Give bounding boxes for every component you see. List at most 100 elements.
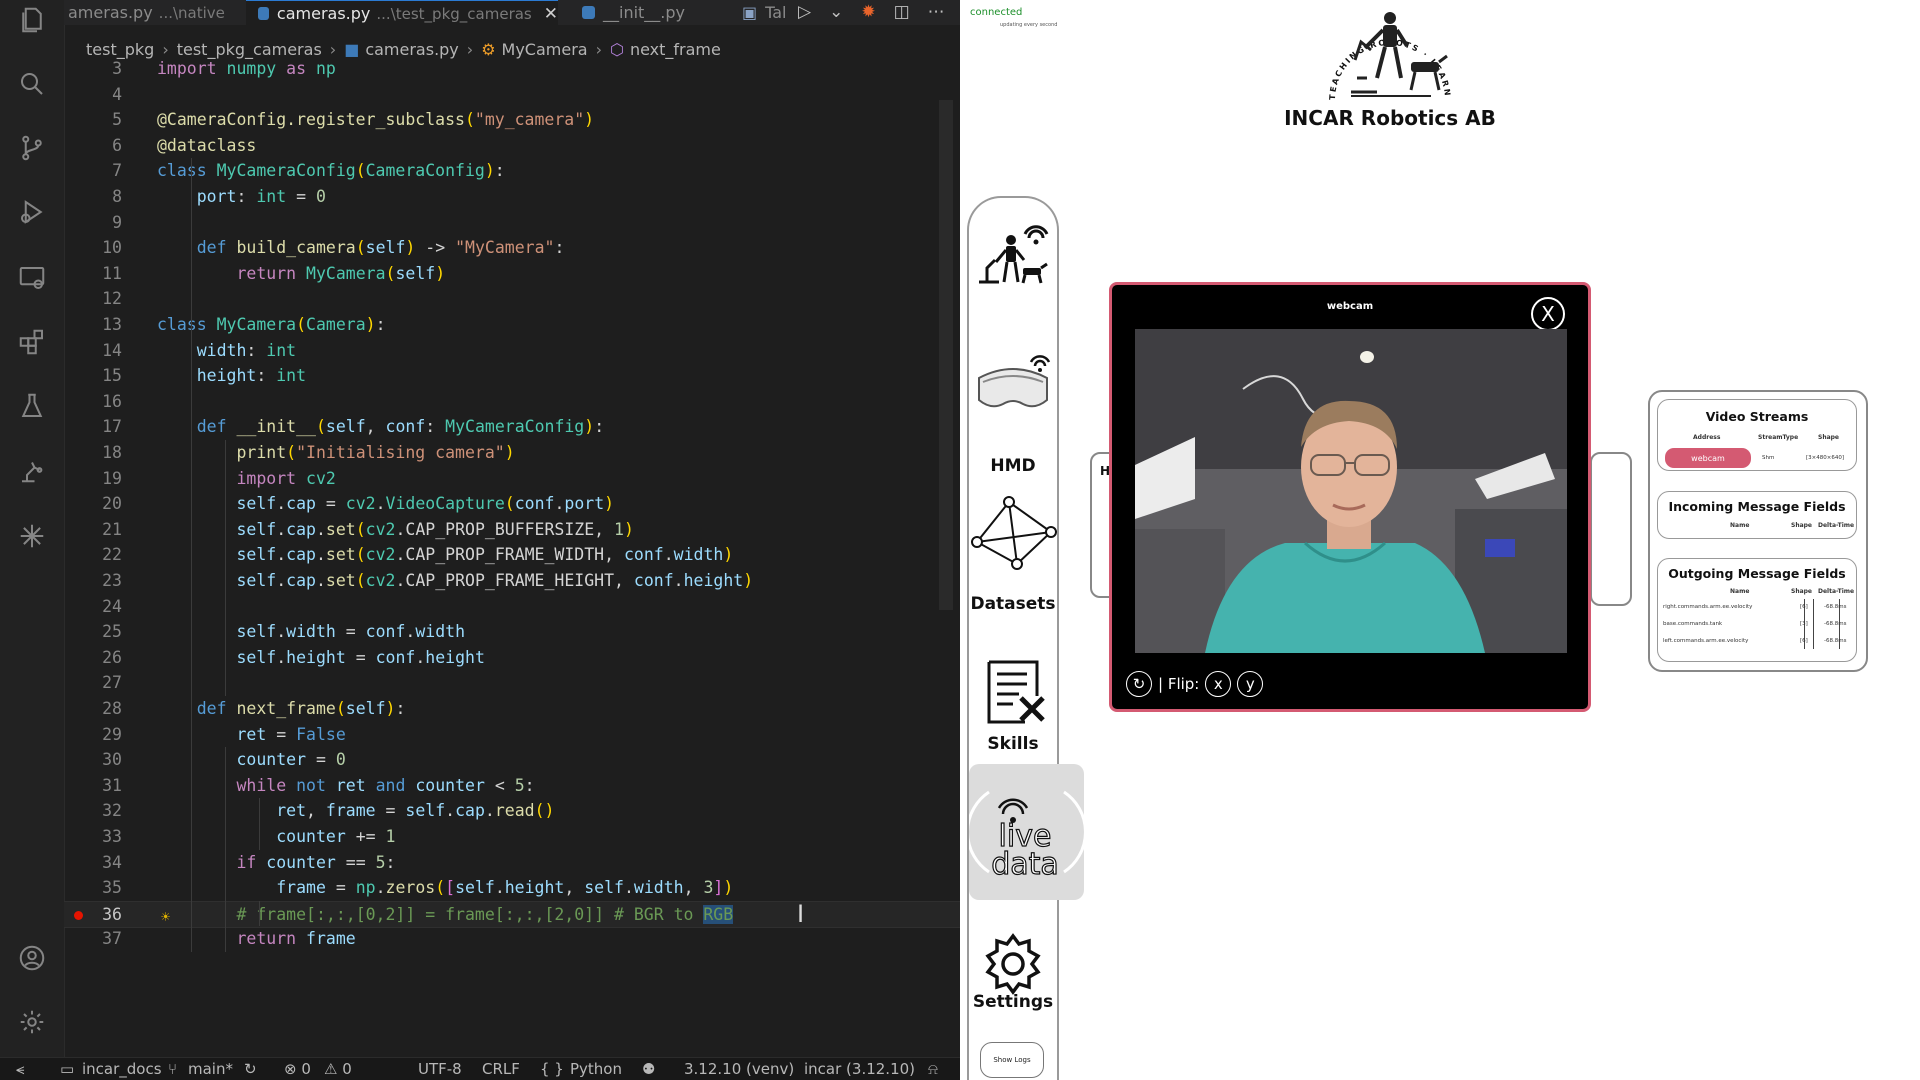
copilot-icon[interactable]: ⚉ [642, 1060, 655, 1078]
line-number[interactable]: 20 [64, 491, 122, 517]
status-language[interactable]: Python [570, 1060, 622, 1078]
robot-arm-icon[interactable] [16, 454, 48, 486]
nav-skills[interactable] [969, 660, 1057, 726]
line-number[interactable]: 21 [64, 517, 122, 543]
line-number[interactable]: 27 [64, 670, 122, 696]
close-icon[interactable]: ✕ [544, 4, 558, 24]
code-text[interactable]: self.cap.set(cv2.CAP_PROP_FRAME_HEIGHT, … [157, 568, 753, 594]
code-text[interactable]: @dataclass [157, 133, 256, 159]
close-button[interactable]: X [1531, 297, 1565, 331]
notifications-bell-icon[interactable]: ⍾ [928, 1060, 938, 1078]
code-line[interactable]: 33 counter += 1 [64, 824, 960, 850]
code-line[interactable]: 36 ☀ # frame[:,:,[0,2]] = frame[:,:,[2,0]… [64, 900, 960, 929]
code-line[interactable]: 28 def next_frame(self): [64, 696, 960, 722]
code-line[interactable]: 8 port: int = 0 [64, 184, 960, 210]
account-icon[interactable] [16, 942, 48, 974]
code-line[interactable]: 21 self.cap.set(cv2.CAP_PROP_BUFFERSIZE,… [64, 517, 960, 543]
code-text[interactable]: class MyCameraConfig(CameraConfig): [157, 158, 505, 184]
code-line[interactable]: 13 class MyCamera(Camera): [64, 312, 960, 338]
code-text[interactable]: def __init__(self, conf: MyCameraConfig)… [157, 414, 604, 440]
code-line[interactable]: 17 def __init__(self, conf: MyCameraConf… [64, 414, 960, 440]
code-line[interactable]: 16 [64, 389, 960, 415]
line-number[interactable]: 28 [64, 696, 122, 722]
spark-icon[interactable] [16, 520, 48, 552]
code-line[interactable]: 37 return frame [64, 926, 960, 952]
line-number[interactable]: 23 [64, 568, 122, 594]
status-warnings[interactable]: ⚠ 0 [324, 1060, 352, 1078]
line-number[interactable]: 9 [64, 210, 122, 236]
code-text[interactable]: print("Initialising camera") [157, 440, 514, 466]
line-number[interactable]: 6 [64, 133, 122, 159]
line-number[interactable]: 7 [64, 158, 122, 184]
tab-init-py[interactable]: __init__.py [578, 0, 732, 25]
search-icon[interactable] [16, 68, 48, 100]
more-actions-icon[interactable]: ⋯ [928, 2, 945, 22]
code-line[interactable]: 12 [64, 286, 960, 312]
breakpoint-icon[interactable] [74, 910, 83, 920]
nav-robot[interactable] [969, 220, 1057, 290]
code-line[interactable]: 14 width: int [64, 338, 960, 364]
flip-x-button[interactable]: x [1205, 671, 1232, 697]
code-text[interactable]: self.width = conf.width [157, 619, 465, 645]
tab-tal[interactable]: ▣ Tal [742, 0, 802, 25]
line-number[interactable]: 29 [64, 722, 122, 748]
explorer-icon[interactable] [16, 4, 48, 36]
code-line[interactable]: 3 import numpy as np [64, 56, 960, 82]
code-line[interactable]: 29 ret = False [64, 722, 960, 748]
show-logs-button[interactable]: Show Logs [980, 1042, 1044, 1078]
editor-scrollbar[interactable] [939, 100, 953, 610]
code-line[interactable]: 19 import cv2 [64, 466, 960, 492]
code-line[interactable]: 23 self.cap.set(cv2.CAP_PROP_FRAME_HEIGH… [64, 568, 960, 594]
settings-gear-icon[interactable] [16, 1006, 48, 1038]
code-line[interactable]: 35 frame = np.zeros([self.height, self.w… [64, 875, 960, 901]
line-number[interactable]: 16 [64, 389, 122, 415]
status-repo[interactable]: incar_docs [82, 1060, 162, 1078]
line-number[interactable]: 24 [64, 594, 122, 620]
code-text[interactable]: ret, frame = self.cap.read() [157, 798, 554, 824]
code-line[interactable]: 25 self.width = conf.width [64, 619, 960, 645]
code-line[interactable]: 20 self.cap = cv2.VideoCapture(conf.port… [64, 491, 960, 517]
code-line[interactable]: 34 if counter == 5: [64, 850, 960, 876]
status-branch[interactable]: main* [188, 1060, 233, 1078]
line-number[interactable]: 11 [64, 261, 122, 287]
line-number[interactable]: 34 [64, 850, 122, 876]
code-line[interactable]: 7 class MyCameraConfig(CameraConfig): [64, 158, 960, 184]
run-icon[interactable]: ▷ [798, 2, 811, 22]
code-text[interactable]: # frame[:,:,[0,2]] = frame[:,:,[2,0]] # … [157, 902, 734, 928]
status-encoding[interactable]: UTF-8 [418, 1060, 462, 1078]
line-number[interactable]: 12 [64, 286, 122, 312]
code-text[interactable]: frame = np.zeros([self.height, self.widt… [157, 875, 733, 901]
nav-settings[interactable] [969, 930, 1057, 1000]
code-text[interactable]: port: int = 0 [157, 184, 326, 210]
chevron-down-icon[interactable]: ⌄ [829, 2, 843, 22]
line-number[interactable]: 5 [64, 107, 122, 133]
line-number[interactable]: 26 [64, 645, 122, 671]
code-line[interactable]: 22 self.cap.set(cv2.CAP_PROP_FRAME_WIDTH… [64, 542, 960, 568]
line-number[interactable]: 36 [64, 902, 122, 928]
code-text[interactable]: return MyCamera(self) [157, 261, 445, 287]
code-text[interactable]: @CameraConfig.register_subclass("my_came… [157, 107, 594, 133]
code-text[interactable]: while not ret and counter < 5: [157, 773, 534, 799]
code-line[interactable]: 32 ret, frame = self.cap.read() [64, 798, 960, 824]
line-number[interactable]: 15 [64, 363, 122, 389]
line-number[interactable]: 31 [64, 773, 122, 799]
line-number[interactable]: 18 [64, 440, 122, 466]
rotate-button[interactable]: ↻ [1126, 671, 1152, 697]
line-number[interactable]: 8 [64, 184, 122, 210]
status-env[interactable]: incar (3.12.10) [804, 1060, 915, 1078]
nav-live-data[interactable]: live data [966, 764, 1087, 900]
line-number[interactable]: 37 [64, 926, 122, 952]
line-number[interactable]: 4 [64, 82, 122, 108]
run-debug-icon[interactable] [16, 196, 48, 228]
code-line[interactable]: 24 [64, 594, 960, 620]
line-number[interactable]: 32 [64, 798, 122, 824]
code-line[interactable]: 4 [64, 82, 960, 108]
code-line[interactable]: 11 return MyCamera(self) [64, 261, 960, 287]
remote-indicator-icon[interactable]: ⪪ [16, 1060, 24, 1078]
flip-y-button[interactable]: y [1237, 671, 1264, 697]
tab-native-cameras[interactable]: ameras.py ...\native [64, 0, 240, 25]
code-text[interactable]: width: int [157, 338, 296, 364]
code-text[interactable]: import numpy as np [157, 56, 336, 82]
status-eol[interactable]: CRLF [482, 1060, 520, 1078]
code-line[interactable]: 27 [64, 670, 960, 696]
